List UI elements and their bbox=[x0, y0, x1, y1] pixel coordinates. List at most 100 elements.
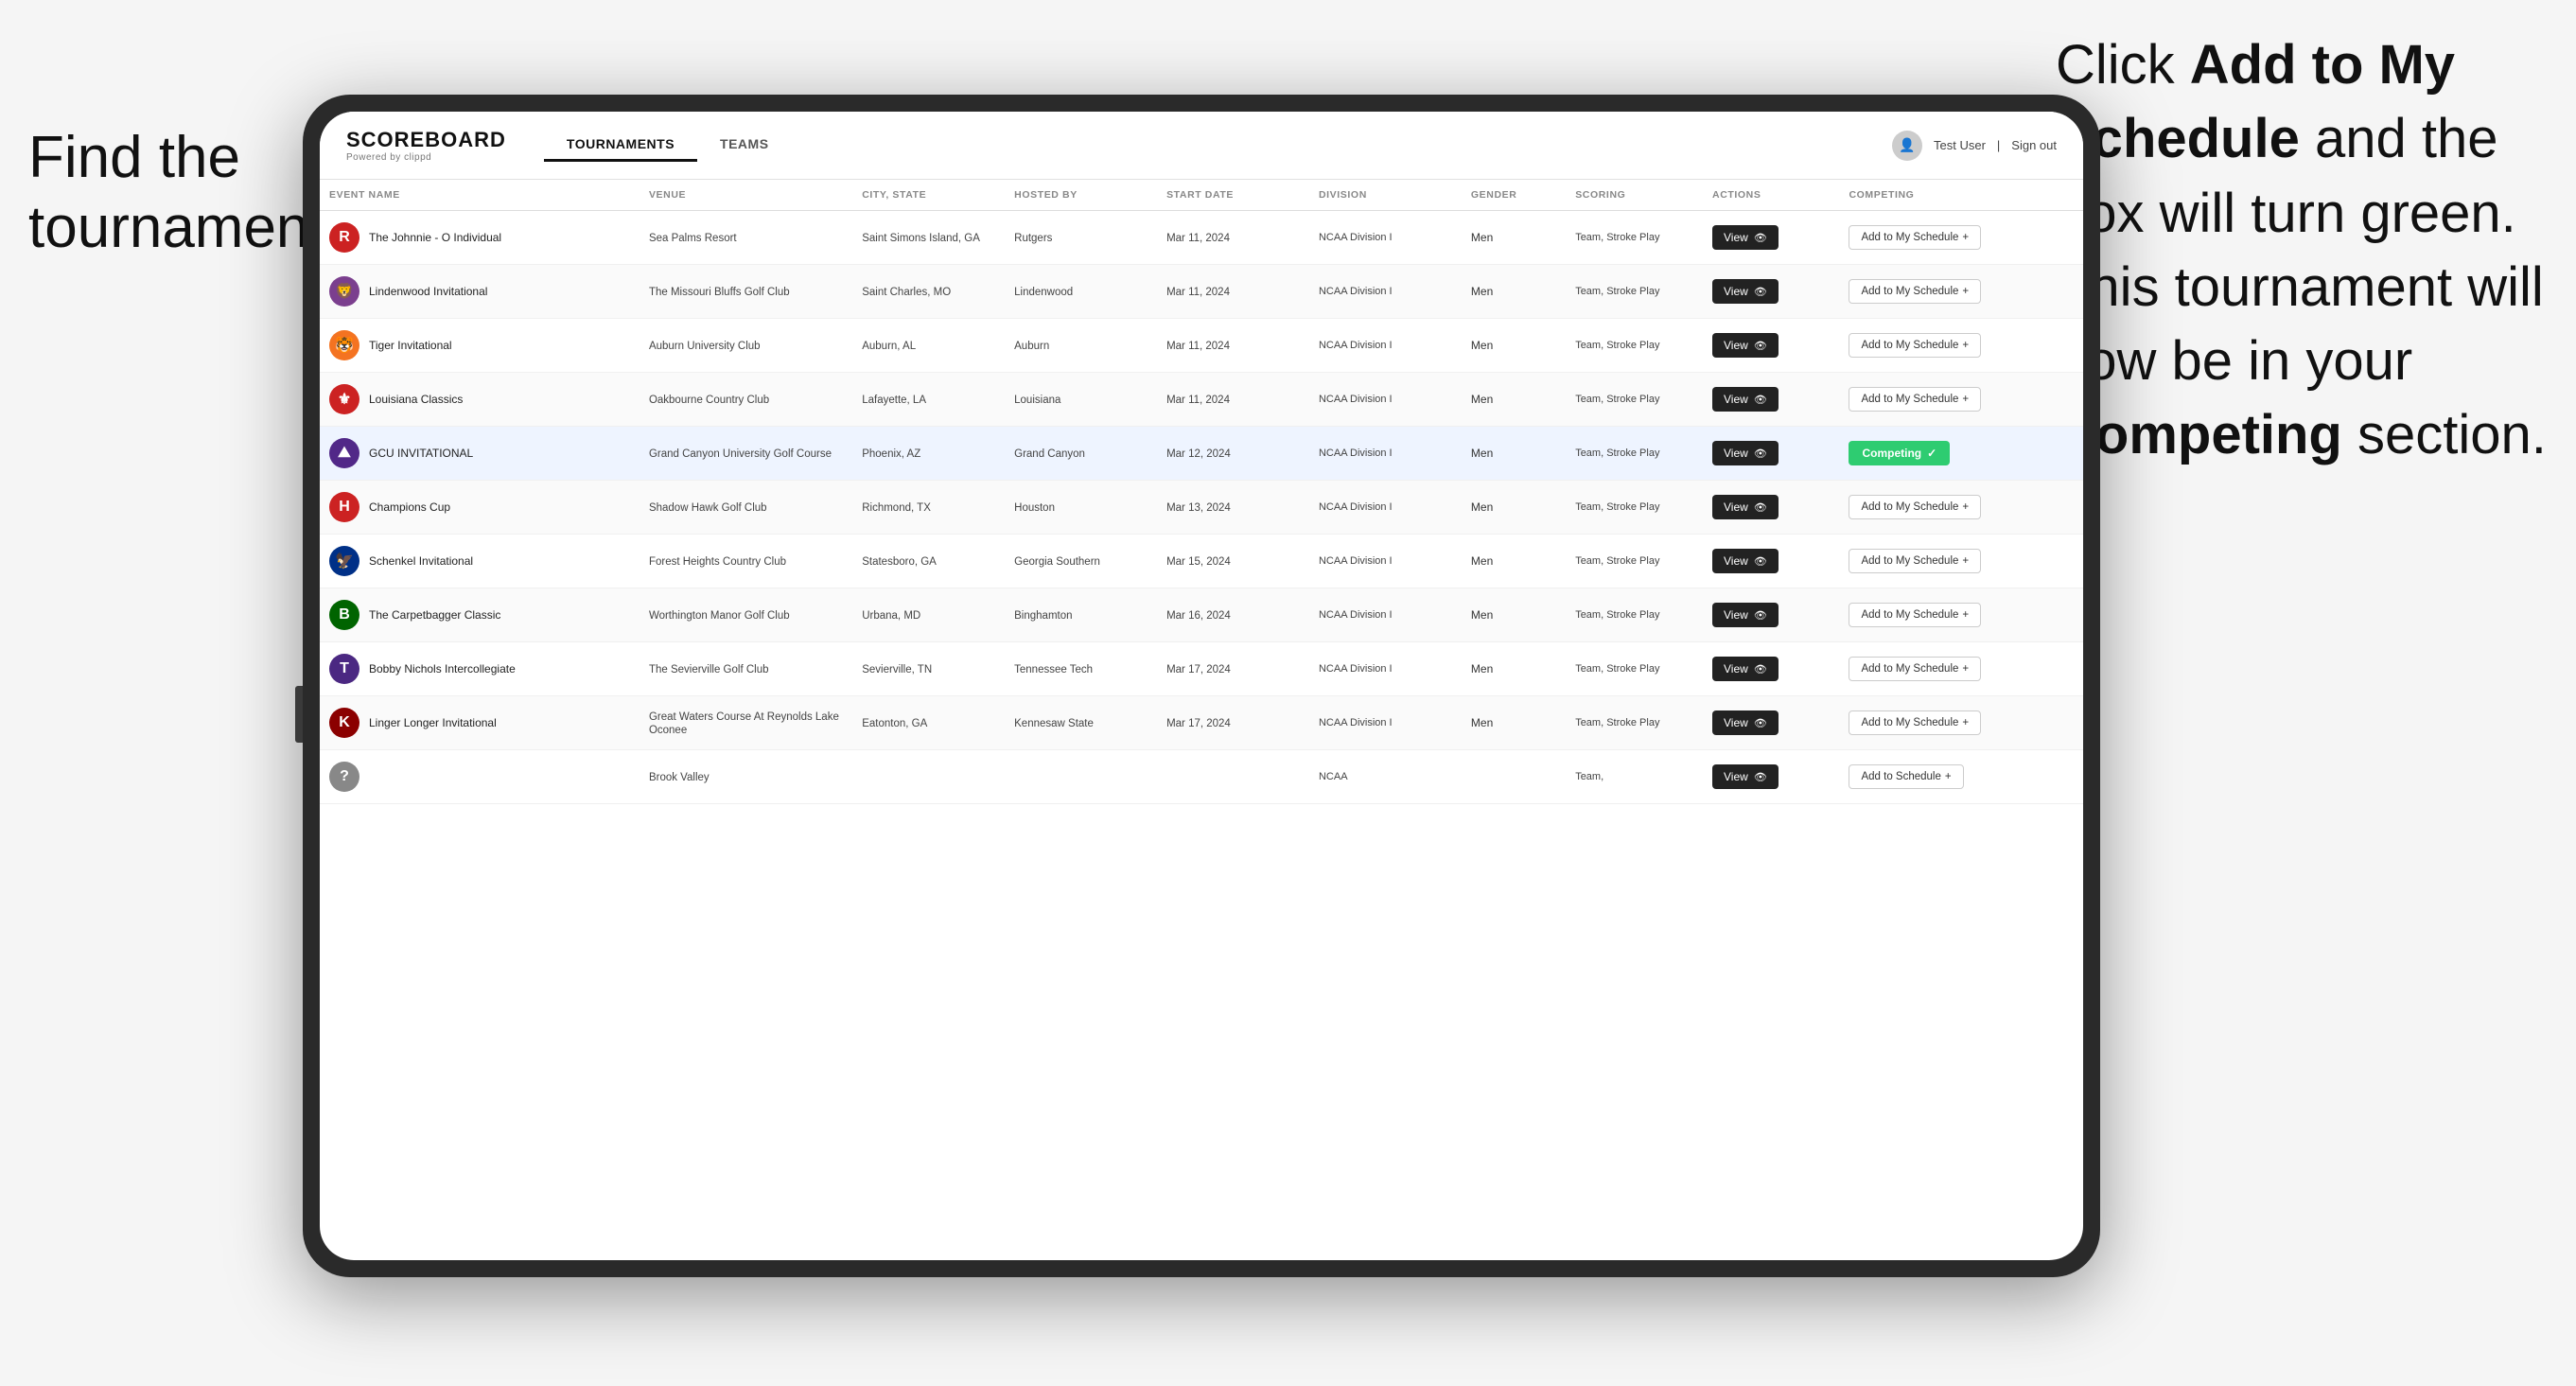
nav-tabs: TOURNAMENTS TEAMS bbox=[544, 129, 1892, 162]
team-logo: B bbox=[329, 600, 359, 630]
cell-scoring: Team, Stroke Play bbox=[1566, 481, 1703, 535]
cell-actions: View 👁 bbox=[1703, 642, 1839, 696]
eye-icon: 👁 bbox=[1754, 771, 1767, 783]
th-venue: VENUE bbox=[640, 180, 852, 211]
cell-competing: Add to My Schedule + bbox=[1839, 696, 2083, 750]
cell-hosted bbox=[1005, 750, 1157, 804]
event-name: Louisiana Classics bbox=[369, 393, 463, 406]
team-logo: ? bbox=[329, 762, 359, 792]
cell-gender: Men bbox=[1462, 588, 1566, 642]
cell-venue: Oakbourne Country Club bbox=[640, 373, 852, 427]
cell-scoring: Team, Stroke Play bbox=[1566, 373, 1703, 427]
team-logo: H bbox=[329, 492, 359, 522]
eye-icon: 👁 bbox=[1754, 717, 1767, 729]
cell-division: NCAA Division I bbox=[1309, 642, 1462, 696]
cell-actions: View 👁 bbox=[1703, 750, 1839, 804]
cell-city: Richmond, TX bbox=[852, 481, 1005, 535]
cell-city: Sevierville, TN bbox=[852, 642, 1005, 696]
add-to-schedule-button[interactable]: Add to Schedule + bbox=[1849, 764, 1963, 789]
cell-hosted: Georgia Southern bbox=[1005, 535, 1157, 588]
add-to-schedule-button[interactable]: Add to My Schedule + bbox=[1849, 603, 1981, 627]
view-button[interactable]: View 👁 bbox=[1712, 387, 1779, 412]
view-button[interactable]: View 👁 bbox=[1712, 603, 1779, 627]
cell-actions: View 👁 bbox=[1703, 373, 1839, 427]
cell-city: Saint Charles, MO bbox=[852, 265, 1005, 319]
table-row: R The Johnnie - O Individual Sea Palms R… bbox=[320, 211, 2083, 265]
cell-division: NCAA Division I bbox=[1309, 319, 1462, 373]
cell-competing: Add to My Schedule + bbox=[1839, 211, 2083, 265]
view-button[interactable]: View 👁 bbox=[1712, 495, 1779, 519]
cell-scoring: Team, Stroke Play bbox=[1566, 642, 1703, 696]
cell-hosted: Tennessee Tech bbox=[1005, 642, 1157, 696]
eye-icon: 👁 bbox=[1754, 394, 1767, 406]
cell-city: Eatonton, GA bbox=[852, 696, 1005, 750]
cell-date bbox=[1157, 750, 1309, 804]
cell-date: Mar 11, 2024 bbox=[1157, 265, 1309, 319]
device-frame: SCOREBOARD Powered by clippd TOURNAMENTS… bbox=[303, 95, 2100, 1277]
th-division: DIVISION bbox=[1309, 180, 1462, 211]
cell-gender: Men bbox=[1462, 481, 1566, 535]
cell-scoring: Team, Stroke Play bbox=[1566, 696, 1703, 750]
header-divider: | bbox=[1997, 138, 2000, 152]
add-to-schedule-button[interactable]: Add to My Schedule + bbox=[1849, 333, 1981, 358]
logo-area: SCOREBOARD Powered by clippd bbox=[346, 128, 506, 163]
tab-tournaments[interactable]: TOURNAMENTS bbox=[544, 129, 697, 162]
cell-competing: Add to My Schedule + bbox=[1839, 373, 2083, 427]
view-button[interactable]: View 👁 bbox=[1712, 549, 1779, 573]
user-label: Test User bbox=[1934, 138, 1986, 152]
header-right: 👤 Test User | Sign out bbox=[1892, 131, 2057, 161]
cell-hosted: Houston bbox=[1005, 481, 1157, 535]
cell-division: NCAA Division I bbox=[1309, 265, 1462, 319]
table-row: ⚜ Louisiana Classics Oakbourne Country C… bbox=[320, 373, 2083, 427]
tab-teams[interactable]: TEAMS bbox=[697, 129, 792, 162]
add-to-schedule-button[interactable]: Add to My Schedule + bbox=[1849, 225, 1981, 250]
add-to-schedule-button[interactable]: Add to My Schedule + bbox=[1849, 387, 1981, 412]
cell-city: Statesboro, GA bbox=[852, 535, 1005, 588]
cell-venue: Great Waters Course At Reynolds Lake Oco… bbox=[640, 696, 852, 750]
cell-competing: Add to My Schedule + bbox=[1839, 481, 2083, 535]
cell-hosted: Rutgers bbox=[1005, 211, 1157, 265]
cell-gender bbox=[1462, 750, 1566, 804]
view-button[interactable]: View 👁 bbox=[1712, 657, 1779, 681]
cell-event: 🦅 Schenkel Invitational bbox=[320, 535, 640, 588]
add-to-schedule-button[interactable]: Add to My Schedule + bbox=[1849, 549, 1981, 573]
cell-competing: Add to My Schedule + bbox=[1839, 319, 2083, 373]
add-to-schedule-button[interactable]: Add to My Schedule + bbox=[1849, 279, 1981, 304]
cell-venue: Auburn University Club bbox=[640, 319, 852, 373]
view-button[interactable]: View 👁 bbox=[1712, 711, 1779, 735]
cell-gender: Men bbox=[1462, 319, 1566, 373]
view-button[interactable]: View 👁 bbox=[1712, 441, 1779, 465]
eye-icon: 👁 bbox=[1754, 232, 1767, 244]
view-button[interactable]: View 👁 bbox=[1712, 333, 1779, 358]
cell-competing: Add to My Schedule + bbox=[1839, 535, 2083, 588]
cell-city bbox=[852, 750, 1005, 804]
cell-hosted: Grand Canyon bbox=[1005, 427, 1157, 481]
cell-event: ⛰ GCU INVITATIONAL bbox=[320, 427, 640, 481]
cell-venue: Grand Canyon University Golf Course bbox=[640, 427, 852, 481]
eye-icon: 👁 bbox=[1754, 286, 1767, 298]
th-actions: ACTIONS bbox=[1703, 180, 1839, 211]
cell-city: Lafayette, LA bbox=[852, 373, 1005, 427]
cell-date: Mar 11, 2024 bbox=[1157, 211, 1309, 265]
cell-competing: Add to My Schedule + bbox=[1839, 642, 2083, 696]
add-to-schedule-button[interactable]: Add to My Schedule + bbox=[1849, 657, 1981, 681]
cell-actions: View 👁 bbox=[1703, 696, 1839, 750]
view-button[interactable]: View 👁 bbox=[1712, 279, 1779, 304]
add-to-schedule-button[interactable]: Add to My Schedule + bbox=[1849, 711, 1981, 735]
add-to-schedule-button[interactable]: Add to My Schedule + bbox=[1849, 495, 1981, 519]
table-row: H Champions Cup Shadow Hawk Golf ClubRic… bbox=[320, 481, 2083, 535]
cell-event: R The Johnnie - O Individual bbox=[320, 211, 640, 265]
th-date: START DATE bbox=[1157, 180, 1309, 211]
cell-date: Mar 15, 2024 bbox=[1157, 535, 1309, 588]
table-body: R The Johnnie - O Individual Sea Palms R… bbox=[320, 211, 2083, 804]
cell-actions: View 👁 bbox=[1703, 535, 1839, 588]
event-name: Lindenwood Invitational bbox=[369, 285, 487, 298]
sign-out-link[interactable]: Sign out bbox=[2011, 138, 2057, 152]
cell-venue: The Missouri Bluffs Golf Club bbox=[640, 265, 852, 319]
view-button[interactable]: View 👁 bbox=[1712, 225, 1779, 250]
view-button[interactable]: View 👁 bbox=[1712, 764, 1779, 789]
competing-button[interactable]: Competing ✓ bbox=[1849, 441, 1950, 465]
team-logo: K bbox=[329, 708, 359, 738]
cell-date: Mar 12, 2024 bbox=[1157, 427, 1309, 481]
cell-event: K Linger Longer Invitational bbox=[320, 696, 640, 750]
